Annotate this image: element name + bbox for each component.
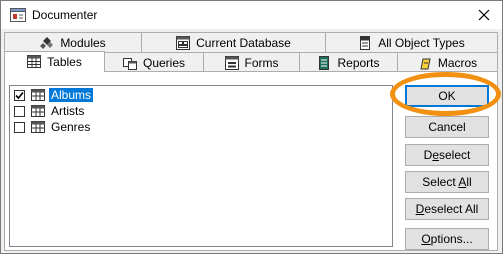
cancel-button[interactable]: Cancel — [405, 116, 489, 138]
tab-tables[interactable]: Tables — [4, 51, 105, 72]
tab-label: Current Database — [196, 35, 291, 50]
report-icon — [319, 55, 330, 70]
list-item[interactable]: Genres — [11, 119, 391, 135]
current-database-icon — [176, 35, 191, 50]
deselect-button[interactable]: Deselect — [405, 144, 489, 166]
select-all-button[interactable]: Select All — [405, 171, 489, 193]
table-icon — [31, 105, 45, 117]
tab-label: Modules — [60, 35, 106, 50]
modules-icon — [40, 36, 54, 49]
deselect-label: Deselect — [423, 148, 471, 162]
close-icon — [478, 9, 490, 21]
close-button[interactable] — [474, 5, 494, 25]
options-button[interactable]: Options... — [405, 228, 489, 250]
window-title: Documenter — [32, 8, 98, 22]
tab-label: Macros — [437, 55, 478, 70]
list-item-label: Albums — [49, 88, 94, 102]
deselect-all-button[interactable]: Deselect All — [405, 198, 489, 220]
list-item[interactable]: Artists — [11, 103, 391, 119]
tab-macros[interactable]: Macros — [397, 52, 498, 72]
table-icon — [27, 55, 42, 68]
ok-button[interactable]: OK — [405, 85, 489, 107]
checkbox-albums[interactable] — [14, 89, 25, 101]
title-bar: Documenter — [1, 1, 502, 29]
all-object-types-icon — [360, 35, 371, 50]
documenter-app-icon — [10, 8, 26, 22]
tab-label: All Object Types — [378, 35, 465, 50]
object-list[interactable]: Albums Artists Genres — [9, 85, 393, 247]
tab-queries[interactable]: Queries — [104, 52, 204, 72]
list-item[interactable]: Albums — [11, 87, 391, 103]
checkbox-artists[interactable] — [14, 105, 25, 117]
tab-current-database[interactable]: Current Database — [141, 32, 326, 52]
options-label: Options... — [421, 232, 473, 246]
documenter-dialog: Documenter Modules Current Database All … — [0, 0, 503, 254]
tab-modules[interactable]: Modules — [4, 32, 142, 52]
query-icon — [122, 57, 137, 70]
tab-all-object-types[interactable]: All Object Types — [325, 32, 498, 52]
tab-reports[interactable]: Reports — [299, 52, 398, 72]
cancel-label: Cancel — [428, 120, 466, 134]
deselect-all-label: Deselect All — [415, 202, 479, 216]
table-icon — [31, 121, 45, 133]
list-item-label: Artists — [51, 104, 85, 118]
tab-label: Queries — [142, 55, 186, 70]
tab-forms[interactable]: Forms — [203, 52, 300, 72]
tab-label: Reports — [337, 55, 380, 70]
form-icon — [224, 55, 239, 70]
tab-label: Tables — [47, 55, 82, 69]
list-item-label: Genres — [51, 120, 91, 134]
checkbox-genres[interactable] — [14, 121, 25, 133]
tab-label: Forms — [244, 55, 279, 70]
ok-label: OK — [438, 89, 456, 103]
checkmark-icon — [15, 91, 24, 99]
table-icon — [31, 89, 45, 101]
macro-icon — [420, 58, 431, 69]
select-all-label: Select All — [422, 175, 472, 189]
